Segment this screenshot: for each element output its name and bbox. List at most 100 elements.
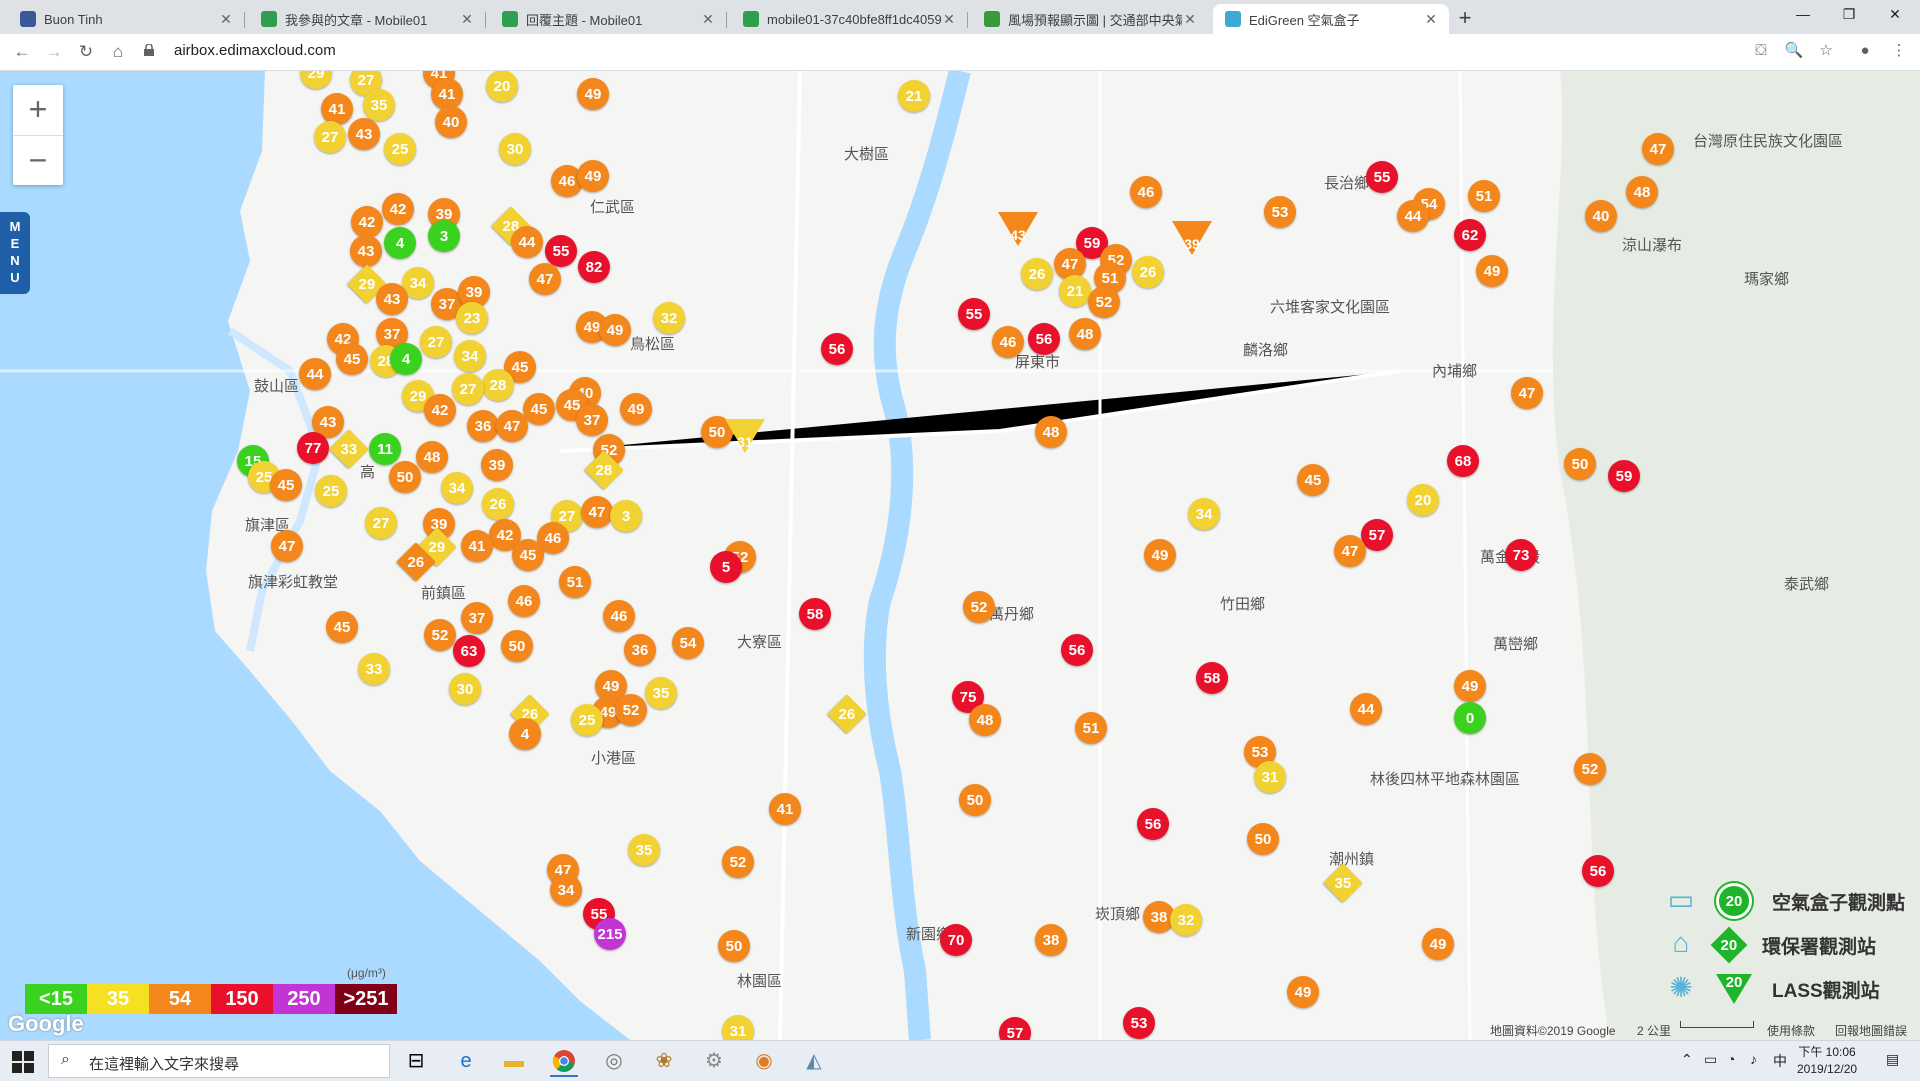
- airbox-marker[interactable]: 63: [453, 635, 485, 667]
- airbox-marker[interactable]: 45: [512, 539, 544, 571]
- airbox-marker[interactable]: 34: [441, 472, 473, 504]
- bookmark-star-icon[interactable]: ☆: [1815, 40, 1837, 62]
- chrome-icon[interactable]: [550, 1047, 578, 1077]
- translate-icon[interactable]: ⛋: [1750, 40, 1772, 62]
- airbox-marker[interactable]: 44: [1397, 200, 1429, 232]
- airbox-marker[interactable]: 49: [1144, 539, 1176, 571]
- airbox-marker[interactable]: 37: [576, 404, 608, 436]
- airbox-marker[interactable]: 43: [376, 283, 408, 315]
- airbox-marker[interactable]: 52: [1574, 753, 1606, 785]
- airbox-marker[interactable]: 46: [1130, 176, 1162, 208]
- airbox-marker[interactable]: 40: [435, 106, 467, 138]
- airbox-marker[interactable]: 77: [297, 432, 329, 464]
- address-bar[interactable]: airbox.edimaxcloud.com: [140, 38, 1920, 66]
- kebab-menu-icon[interactable]: ⋮: [1888, 40, 1910, 62]
- browser-tab[interactable]: 回覆主題 - Mobile01 ✕: [490, 4, 727, 34]
- lass-station-marker[interactable]: 43: [998, 212, 1038, 258]
- airbox-marker[interactable]: 27: [314, 121, 346, 153]
- network-icon[interactable]: ◔: [1727, 1051, 1735, 1067]
- airbox-marker[interactable]: 52: [615, 694, 647, 726]
- airbox-marker[interactable]: 44: [511, 226, 543, 258]
- airbox-marker[interactable]: 49: [599, 314, 631, 346]
- zoom-out-button[interactable]: −: [13, 136, 63, 186]
- airbox-marker[interactable]: 20: [486, 71, 518, 102]
- airbox-marker[interactable]: 41: [461, 530, 493, 562]
- airbox-marker[interactable]: 53: [1123, 1007, 1155, 1039]
- profile-icon[interactable]: ●: [1854, 40, 1876, 62]
- back-icon[interactable]: ←: [10, 40, 34, 64]
- close-tab-icon[interactable]: ✕: [218, 11, 234, 28]
- airbox-marker[interactable]: 56: [1137, 808, 1169, 840]
- close-tab-icon[interactable]: ✕: [941, 11, 957, 28]
- airbox-marker[interactable]: 47: [1334, 535, 1366, 567]
- airbox-marker[interactable]: 30: [499, 133, 531, 165]
- airbox-marker[interactable]: 45: [326, 611, 358, 643]
- menu-button[interactable]: MENU: [0, 212, 30, 294]
- airbox-marker[interactable]: 21: [898, 80, 930, 112]
- airbox-marker[interactable]: 52: [963, 591, 995, 623]
- airbox-marker[interactable]: 35: [628, 834, 660, 866]
- ime-indicator[interactable]: 中: [1773, 1051, 1787, 1071]
- airbox-marker[interactable]: 34: [550, 874, 582, 906]
- system-clock[interactable]: 下午 10:06 2019/12/20: [1797, 1044, 1857, 1078]
- taskbar-search-box[interactable]: ⌕ 在這裡輸入文字來搜尋: [48, 1044, 390, 1078]
- airbox-marker[interactable]: 47: [529, 263, 561, 295]
- airbox-marker[interactable]: 41: [321, 93, 353, 125]
- airbox-marker[interactable]: 33: [358, 653, 390, 685]
- airbox-marker[interactable]: 43: [348, 118, 380, 150]
- airbox-marker[interactable]: 42: [424, 394, 456, 426]
- browser-tab[interactable]: EdiGreen 空氣盒子 ✕: [1213, 4, 1449, 34]
- airbox-marker[interactable]: 38: [1035, 924, 1067, 956]
- airbox-marker[interactable]: 32: [653, 302, 685, 334]
- home-icon[interactable]: ⌂: [106, 40, 130, 64]
- zoom-in-button[interactable]: +: [13, 85, 63, 135]
- airbox-marker[interactable]: 46: [992, 326, 1024, 358]
- airbox-marker[interactable]: 49: [1287, 976, 1319, 1008]
- windows-start-icon[interactable]: [12, 1051, 34, 1073]
- browser-tab[interactable]: 我參與的文章 - Mobile01 ✕: [249, 4, 486, 34]
- airbox-marker[interactable]: 51: [1075, 712, 1107, 744]
- airbox-marker[interactable]: 34: [1188, 498, 1220, 530]
- battery-icon[interactable]: ▭: [1704, 1051, 1717, 1068]
- airbox-marker[interactable]: 26: [482, 488, 514, 520]
- airbox-marker[interactable]: 25: [315, 475, 347, 507]
- minimize-button[interactable]: —: [1780, 0, 1826, 30]
- airbox-marker[interactable]: 215: [594, 918, 626, 950]
- airbox-marker[interactable]: 20: [1407, 484, 1439, 516]
- airbox-marker[interactable]: 30: [449, 673, 481, 705]
- airbox-marker[interactable]: 50: [959, 784, 991, 816]
- airbox-marker[interactable]: 39: [481, 449, 513, 481]
- lass-station-marker[interactable]: 39: [1172, 221, 1212, 267]
- airbox-marker[interactable]: 31: [722, 1015, 754, 1040]
- airbox-marker[interactable]: 26: [1132, 256, 1164, 288]
- airbox-marker[interactable]: 52: [722, 846, 754, 878]
- airbox-marker[interactable]: 51: [1468, 180, 1500, 212]
- airbox-marker[interactable]: 34: [454, 340, 486, 372]
- airbox-marker[interactable]: 43: [350, 235, 382, 267]
- airbox-marker[interactable]: 52: [1088, 286, 1120, 318]
- terms-link[interactable]: 使用條款: [1767, 1022, 1815, 1039]
- airbox-marker[interactable]: 50: [501, 630, 533, 662]
- airbox-marker[interactable]: 49: [1422, 928, 1454, 960]
- airbox-marker[interactable]: 36: [467, 410, 499, 442]
- airbox-marker[interactable]: 51: [559, 566, 591, 598]
- app-icon-1[interactable]: ◎: [600, 1047, 628, 1075]
- airbox-marker[interactable]: 50: [1564, 448, 1596, 480]
- airbox-marker[interactable]: 56: [1061, 634, 1093, 666]
- zoom-icon[interactable]: 🔍: [1783, 40, 1805, 62]
- airbox-marker[interactable]: 4: [390, 343, 422, 375]
- maximize-button[interactable]: ❐: [1826, 0, 1872, 30]
- airbox-marker[interactable]: 3: [428, 220, 460, 252]
- airbox-marker[interactable]: 73: [1505, 539, 1537, 571]
- airbox-marker[interactable]: 50: [389, 461, 421, 493]
- airbox-marker[interactable]: 25: [571, 704, 603, 736]
- airbox-marker[interactable]: 40: [1585, 200, 1617, 232]
- airbox-marker[interactable]: 11: [369, 433, 401, 465]
- airbox-marker[interactable]: 58: [1196, 662, 1228, 694]
- airbox-marker[interactable]: 56: [821, 333, 853, 365]
- airbox-marker[interactable]: 41: [431, 78, 463, 110]
- airbox-marker[interactable]: 58: [799, 598, 831, 630]
- airbox-marker[interactable]: 42: [351, 206, 383, 238]
- tray-overflow-icon[interactable]: ⌃: [1681, 1051, 1693, 1068]
- airbox-marker[interactable]: 44: [1350, 693, 1382, 725]
